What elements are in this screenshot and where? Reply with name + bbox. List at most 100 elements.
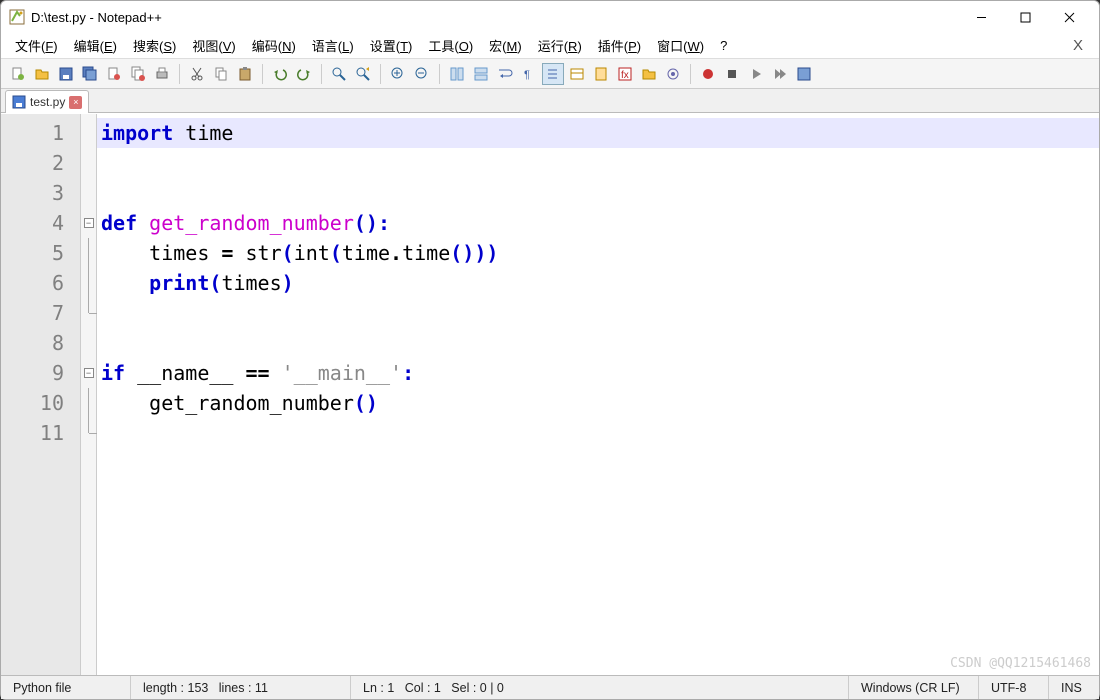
menu-l[interactable]: 语言(L) — [304, 34, 362, 57]
watermark-text: CSDN @QQ1215461468 — [950, 656, 1091, 671]
fold-cell[interactable] — [81, 388, 96, 418]
sync-hscroll-button[interactable] — [470, 63, 492, 85]
fold-margin[interactable]: −− — [81, 114, 97, 675]
paste-button[interactable] — [234, 63, 256, 85]
code-editor[interactable]: 1234567891011 −− import timedef get_rand… — [1, 113, 1099, 675]
menu-o[interactable]: 工具(O) — [420, 34, 481, 57]
menu-t[interactable]: 设置(T) — [362, 34, 421, 57]
show-all-chars-button[interactable]: ¶ — [518, 63, 540, 85]
code-line[interactable]: import time — [97, 118, 1099, 148]
fold-cell[interactable] — [81, 178, 96, 208]
window-title: D:\test.py - Notepad++ — [31, 10, 959, 25]
code-line[interactable] — [97, 328, 1099, 358]
line-number-gutter: 1234567891011 — [1, 114, 81, 675]
line-number: 6 — [1, 268, 80, 298]
monitor-button[interactable] — [662, 63, 684, 85]
tab-close-button[interactable]: × — [69, 96, 82, 109]
fold-cell[interactable] — [81, 298, 96, 328]
svg-text:fx: fx — [621, 70, 629, 81]
menu-n[interactable]: 编码(N) — [244, 34, 304, 57]
minimize-button[interactable] — [959, 3, 1003, 31]
line-number: 11 — [1, 418, 80, 448]
menu-r[interactable]: 运行(R) — [530, 34, 590, 57]
toolbar-separator — [321, 64, 322, 84]
code-line[interactable]: def get_random_number(): — [97, 208, 1099, 238]
code-line[interactable]: if __name__ == '__main__': — [97, 358, 1099, 388]
fold-cell[interactable] — [81, 328, 96, 358]
stop-macro-button[interactable] — [721, 63, 743, 85]
file-tab[interactable]: test.py × — [5, 90, 89, 113]
new-file-button[interactable] — [7, 63, 29, 85]
save-macro-button[interactable] — [793, 63, 815, 85]
code-line[interactable] — [97, 148, 1099, 178]
tab-bar: test.py × — [1, 89, 1099, 113]
fold-cell[interactable] — [81, 118, 96, 148]
print-button[interactable] — [151, 63, 173, 85]
find-button[interactable] — [328, 63, 350, 85]
open-file-button[interactable] — [31, 63, 53, 85]
line-number: 4 — [1, 208, 80, 238]
line-number: 1 — [1, 118, 80, 148]
menu-p[interactable]: 插件(P) — [590, 34, 649, 57]
doc-map-button[interactable] — [590, 63, 612, 85]
menu-f[interactable]: 文件(F) — [7, 34, 66, 57]
zoom-out-button[interactable] — [411, 63, 433, 85]
fold-cell[interactable]: − — [81, 208, 96, 238]
wordwrap-button[interactable] — [494, 63, 516, 85]
code-line[interactable]: print(times) — [97, 268, 1099, 298]
line-number: 5 — [1, 238, 80, 268]
replace-button[interactable] — [352, 63, 374, 85]
toolbar-separator — [262, 64, 263, 84]
fold-cell[interactable]: − — [81, 358, 96, 388]
fold-cell[interactable] — [81, 148, 96, 178]
line-number: 9 — [1, 358, 80, 388]
status-bar: Python file length : 153 lines : 11 Ln :… — [1, 675, 1099, 699]
close-file-button[interactable] — [103, 63, 125, 85]
copy-button[interactable] — [210, 63, 232, 85]
app-icon — [9, 9, 25, 25]
line-number: 3 — [1, 178, 80, 208]
menu-w[interactable]: 窗口(W) — [649, 34, 712, 57]
lang-button[interactable] — [566, 63, 588, 85]
redo-button[interactable] — [293, 63, 315, 85]
save-all-button[interactable] — [79, 63, 101, 85]
line-number: 7 — [1, 298, 80, 328]
play-macro-button[interactable] — [745, 63, 767, 85]
cut-button[interactable] — [186, 63, 208, 85]
code-area[interactable]: import time def get_random_number(): time… — [97, 114, 1099, 675]
function-list-button[interactable]: fx — [614, 63, 636, 85]
menubar-close-button[interactable]: X — [1063, 37, 1093, 54]
menu-v[interactable]: 视图(V) — [184, 34, 243, 57]
status-encoding[interactable]: UTF-8 — [979, 676, 1049, 699]
undo-button[interactable] — [269, 63, 291, 85]
menu-m[interactable]: 宏(M) — [481, 34, 530, 57]
play-multi-button[interactable] — [769, 63, 791, 85]
toolbar-separator — [439, 64, 440, 84]
application-window: D:\test.py - Notepad++ 文件(F)编辑(E)搜索(S)视图… — [0, 0, 1100, 700]
sync-vscroll-button[interactable] — [446, 63, 468, 85]
code-line[interactable] — [97, 418, 1099, 448]
status-doc-stats: length : 153 lines : 11 — [131, 676, 351, 699]
code-line[interactable] — [97, 298, 1099, 328]
close-button[interactable] — [1047, 3, 1091, 31]
maximize-button[interactable] — [1003, 3, 1047, 31]
save-button[interactable] — [55, 63, 77, 85]
menu-e[interactable]: 编辑(E) — [66, 34, 125, 57]
status-language: Python file — [1, 676, 131, 699]
folder-button[interactable] — [638, 63, 660, 85]
close-all-button[interactable] — [127, 63, 149, 85]
fold-cell[interactable] — [81, 238, 96, 268]
menu-s[interactable]: 搜索(S) — [125, 34, 184, 57]
status-eol[interactable]: Windows (CR LF) — [849, 676, 979, 699]
zoom-in-button[interactable] — [387, 63, 409, 85]
indent-guide-button[interactable] — [542, 63, 564, 85]
record-macro-button[interactable] — [697, 63, 719, 85]
toolbar-separator — [179, 64, 180, 84]
fold-cell[interactable] — [81, 418, 96, 448]
menu-help[interactable]: ? — [712, 36, 735, 55]
code-line[interactable] — [97, 178, 1099, 208]
code-line[interactable]: times = str(int(time.time())) — [97, 238, 1099, 268]
status-insert-mode[interactable]: INS — [1049, 676, 1099, 699]
code-line[interactable]: get_random_number() — [97, 388, 1099, 418]
fold-cell[interactable] — [81, 268, 96, 298]
